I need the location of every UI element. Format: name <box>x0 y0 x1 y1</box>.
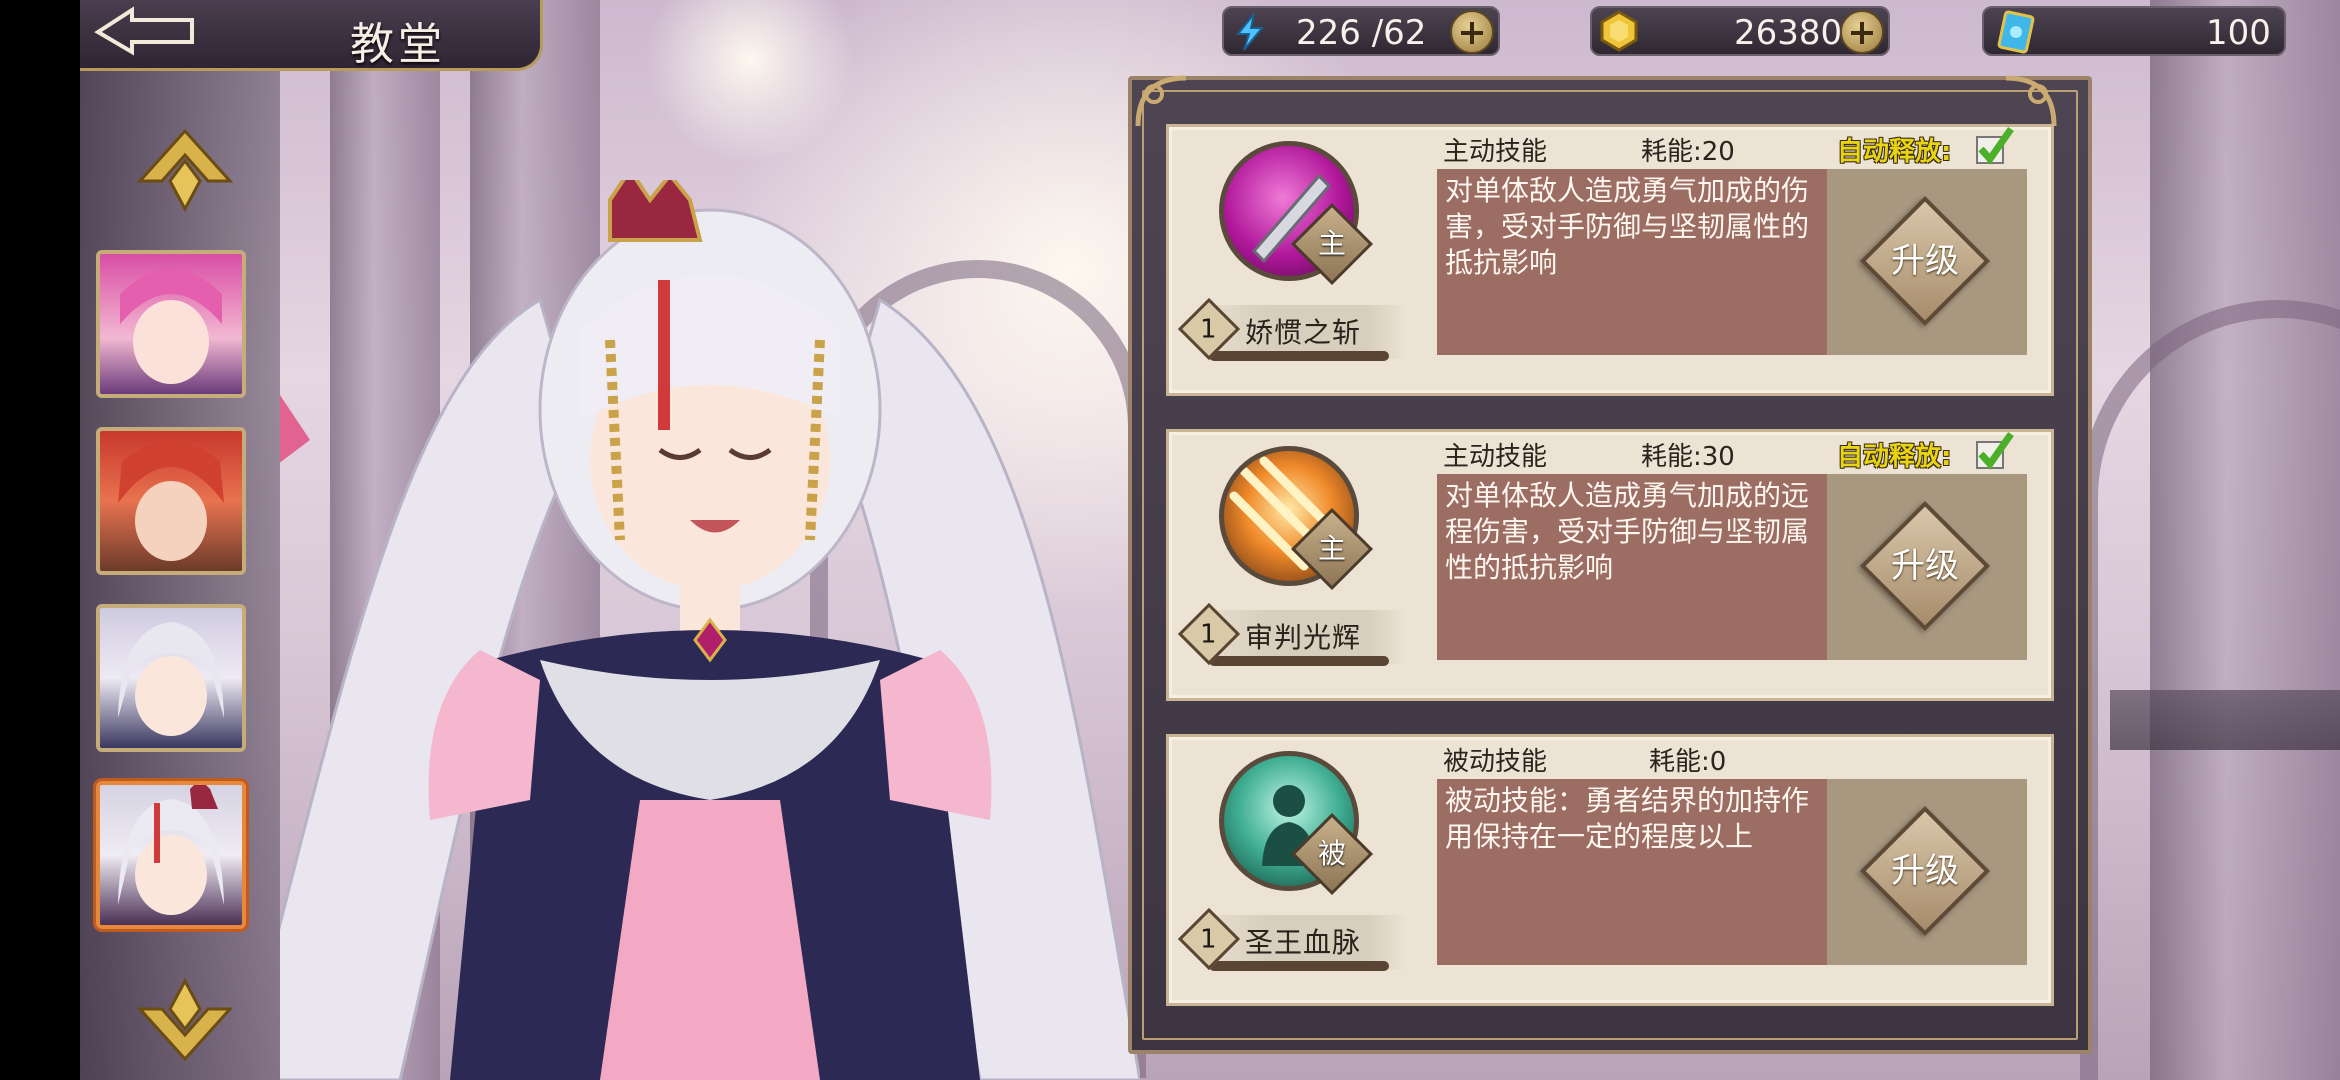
letterbox-bar <box>0 0 80 1080</box>
skill-description: 对单体敌人造成勇气加成的远程伤害，受对手防御与坚韧属性的抵抗影响 <box>1437 474 1827 660</box>
top-left-header: 教堂 <box>80 0 543 71</box>
auto-cast-label: 自动释放: <box>1837 137 1952 167</box>
gold-coin-icon <box>1600 10 1638 52</box>
character-portrait-red-hair[interactable] <box>96 427 246 575</box>
gold-bar: 263800 <box>1590 6 1890 56</box>
check-icon[interactable] <box>1971 125 2015 169</box>
upgrade-area: 升级 <box>1827 474 2027 660</box>
auto-cast-label: 自动释放: <box>1837 442 1952 472</box>
background-rail <box>2110 690 2340 750</box>
skill-name-underline <box>1209 961 1389 971</box>
lightning-icon <box>1235 13 1265 51</box>
upgrade-button[interactable]: 升级 <box>1859 805 1991 937</box>
check-icon[interactable] <box>1971 430 2015 474</box>
corner-ornament-icon <box>1135 75 1187 127</box>
upgrade-area: 升级 <box>1827 169 2027 355</box>
skill-name-underline <box>1209 351 1389 361</box>
character-portrait-silver-hair[interactable] <box>96 604 246 752</box>
chevron-up-icon[interactable] <box>130 125 240 215</box>
crystal-card-icon <box>1997 10 2035 54</box>
corner-ornament-icon <box>2005 75 2057 127</box>
skill-name: 审判光辉 <box>1245 621 1362 654</box>
stamina-bar: 226 /62 <box>1222 6 1500 56</box>
skill-cost: 耗能:30 <box>1641 442 1735 472</box>
crystal-bar: 100 <box>1982 6 2286 56</box>
add-stamina-button[interactable] <box>1450 10 1494 54</box>
church-screen: 教堂 226 /62 263800 100 主 1 娇惯之斩 主动技能 耗能:2… <box>0 0 2340 1080</box>
skill-type: 被动技能 <box>1443 747 1548 777</box>
back-arrow-icon[interactable] <box>92 6 202 56</box>
page-title: 教堂 <box>350 19 446 70</box>
skill-description: 对单体敌人造成勇气加成的伤害，受对手防御与坚韧属性的抵抗影响 <box>1437 169 1827 355</box>
skill-type: 主动技能 <box>1443 442 1548 472</box>
skill-cost: 耗能:0 <box>1649 747 1727 777</box>
upgrade-button[interactable]: 升级 <box>1859 500 1991 632</box>
upgrade-button[interactable]: 升级 <box>1859 195 1991 327</box>
skill-card: 主 1 审判光辉 主动技能 耗能:30 自动释放: 对单体敌人造成勇气加成的远程… <box>1166 429 2054 701</box>
skill-type: 主动技能 <box>1443 137 1548 167</box>
skill-name: 娇惯之斩 <box>1245 316 1362 349</box>
skill-description: 被动技能：勇者结界的加持作用保持在一定的程度以上 <box>1437 779 1827 965</box>
skill-name: 圣王血脉 <box>1245 926 1362 959</box>
skill-name-underline <box>1209 656 1389 666</box>
skill-cost: 耗能:20 <box>1641 137 1735 167</box>
character-portrait-pink-hair[interactable] <box>96 250 246 398</box>
add-gold-button[interactable] <box>1840 10 1884 54</box>
stamina-value: 226 /62 <box>1296 13 1427 53</box>
character-illustration <box>280 180 1140 1080</box>
chevron-down-icon[interactable] <box>130 975 240 1065</box>
crystal-value: 100 <box>2206 13 2271 53</box>
skill-card: 主 1 娇惯之斩 主动技能 耗能:20 自动释放: 对单体敌人造成勇气加成的伤害… <box>1166 124 2054 396</box>
character-portrait-selected[interactable] <box>96 781 246 929</box>
skill-card: 被 1 圣王血脉 被动技能 耗能:0 被动技能：勇者结界的加持作用保持在一定的程… <box>1166 734 2054 1006</box>
upgrade-area: 升级 <box>1827 779 2027 965</box>
